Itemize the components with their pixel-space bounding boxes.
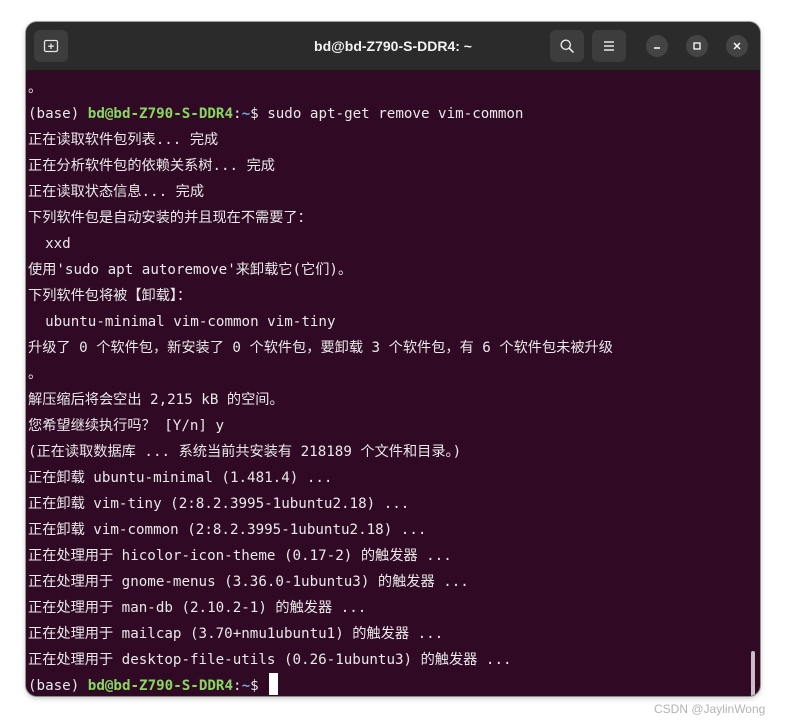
prompt-symbol: $ (250, 678, 268, 694)
output-line: 正在读取软件包列表... 完成 (28, 132, 219, 148)
hamburger-menu-icon (604, 41, 614, 51)
new-tab-button[interactable] (34, 30, 68, 62)
prompt-env: (base) (28, 678, 88, 694)
prompt-user-host: bd@bd-Z790-S-DDR4 (87, 106, 234, 122)
output-line: 下列软件包是自动安装的并且现在不需要了： (28, 210, 312, 226)
output-line-top: 。 (28, 80, 43, 96)
output-line: 您希望继续执行吗？ [Y/n] y (28, 418, 225, 434)
output-line: 正在卸载 ubuntu-minimal (1.481.4) ... (28, 470, 333, 486)
output-line: 正在处理用于 desktop-file-utils (0.26-1ubuntu3… (28, 652, 512, 668)
scrollbar-thumb[interactable] (751, 651, 755, 696)
close-button[interactable] (726, 35, 748, 57)
output-line: 使用'sudo apt autoremove'来卸载它(它们)。 (28, 262, 353, 278)
prompt-line-1: (base) bd@bd-Z790-S-DDR4:~$ sudo apt-get… (28, 101, 523, 127)
terminal-area[interactable]: 。 (base) bd@bd-Z790-S-DDR4:~$ sudo apt-g… (26, 71, 760, 696)
output-line: 解压缩后将会空出 2,215 kB 的空间。 (28, 392, 284, 408)
text-cursor (269, 673, 279, 695)
output-line: (正在读取数据库 ... 系统当前共安装有 218189 个文件和目录。) (28, 444, 462, 460)
output-line: xxd (28, 236, 71, 252)
prompt-env: (base) (28, 106, 88, 122)
output-line: 正在处理用于 man-db (2.10.2-1) 的触发器 ... (28, 600, 367, 616)
terminal-window: bd@bd-Z790-S-DDR4: ~ 。 (base) bd@bd-Z790… (26, 22, 760, 696)
output-line: 正在卸载 vim-tiny (2:8.2.3995-1ubuntu2.18) .… (28, 496, 410, 512)
output-line: 正在处理用于 mailcap (3.70+nmu1ubuntu1) 的触发器 .… (28, 626, 444, 642)
output-line: 正在处理用于 hicolor-icon-theme (0.17-2) 的触发器 … (28, 548, 452, 564)
close-icon (733, 42, 741, 50)
command-text: sudo apt-get remove vim-common (267, 106, 524, 122)
output-line: 升级了 0 个软件包，新安装了 0 个软件包，要卸载 3 个软件包，有 6 个软… (28, 340, 613, 356)
prompt-path: ~ (241, 678, 251, 694)
maximize-icon (693, 42, 701, 50)
output-line: 正在分析软件包的依赖关系树... 完成 (28, 158, 275, 174)
output-line: 正在处理用于 gnome-menus (3.36.0-1ubuntu3) 的触发… (28, 574, 469, 590)
prompt-path: ~ (241, 106, 251, 122)
minimize-icon (654, 47, 660, 49)
prompt-colon: : (233, 106, 242, 122)
maximize-button[interactable] (686, 35, 708, 57)
output-line: 下列软件包将被【卸载】： (28, 288, 192, 304)
new-tab-icon (43, 39, 59, 53)
output-line: 。 (28, 366, 43, 382)
prompt-line-2[interactable]: (base) bd@bd-Z790-S-DDR4:~$ (28, 673, 279, 696)
minimize-button[interactable] (646, 35, 668, 57)
output-line: 正在读取状态信息... 完成 (28, 184, 205, 200)
output-line: 正在卸载 vim-common (2:8.2.3995-1ubuntu2.18)… (28, 522, 427, 538)
title-bar[interactable]: bd@bd-Z790-S-DDR4: ~ (26, 22, 760, 71)
watermark-text: CSDN @JaylinWong (654, 702, 766, 716)
prompt-symbol: $ (250, 106, 268, 122)
prompt-colon: : (233, 678, 242, 694)
prompt-user-host: bd@bd-Z790-S-DDR4 (87, 678, 234, 694)
search-icon (560, 39, 574, 53)
output-line: ubuntu-minimal vim-common vim-tiny (28, 314, 336, 330)
menu-button[interactable] (592, 30, 626, 62)
search-button[interactable] (550, 30, 584, 62)
